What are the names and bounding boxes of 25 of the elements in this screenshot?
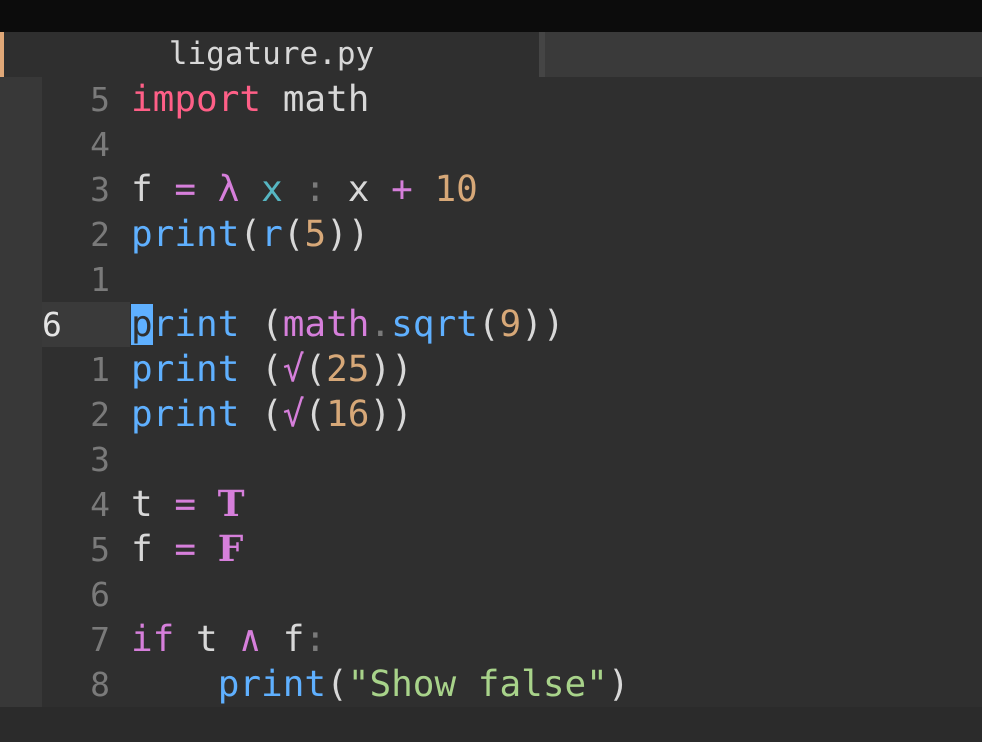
line-number: 1	[89, 349, 111, 391]
code-line: print (√(25))	[131, 348, 413, 392]
file-tab[interactable]: ligature.py	[0, 32, 545, 77]
code-line: p rint (math.sqrt(9))	[131, 303, 565, 347]
code-line: t = T	[131, 482, 245, 527]
code-line: f = λ x : x + 10	[131, 168, 478, 212]
line-number: 3	[89, 439, 111, 481]
code-line: if t ∧ f:	[131, 618, 326, 662]
line-number: 4	[89, 124, 111, 166]
code-line: print (√(16))	[131, 393, 413, 437]
line-number: 3	[89, 169, 111, 211]
line-number: 7	[89, 619, 111, 661]
line-number: 6	[42, 302, 130, 347]
line-number: 5	[89, 529, 111, 571]
code-line: print(r(5))	[131, 213, 370, 257]
code-line: print("Show false")	[216, 663, 630, 707]
line-number: 2	[89, 394, 111, 436]
code-line: f = F	[131, 527, 244, 572]
code-line: import math	[131, 78, 370, 122]
line-number: 8	[89, 664, 111, 706]
line-number: 4	[89, 484, 111, 526]
line-number: 6	[89, 574, 111, 616]
line-number: 1	[89, 259, 111, 301]
line-number: 5	[89, 79, 111, 121]
line-number: 2	[89, 214, 111, 256]
